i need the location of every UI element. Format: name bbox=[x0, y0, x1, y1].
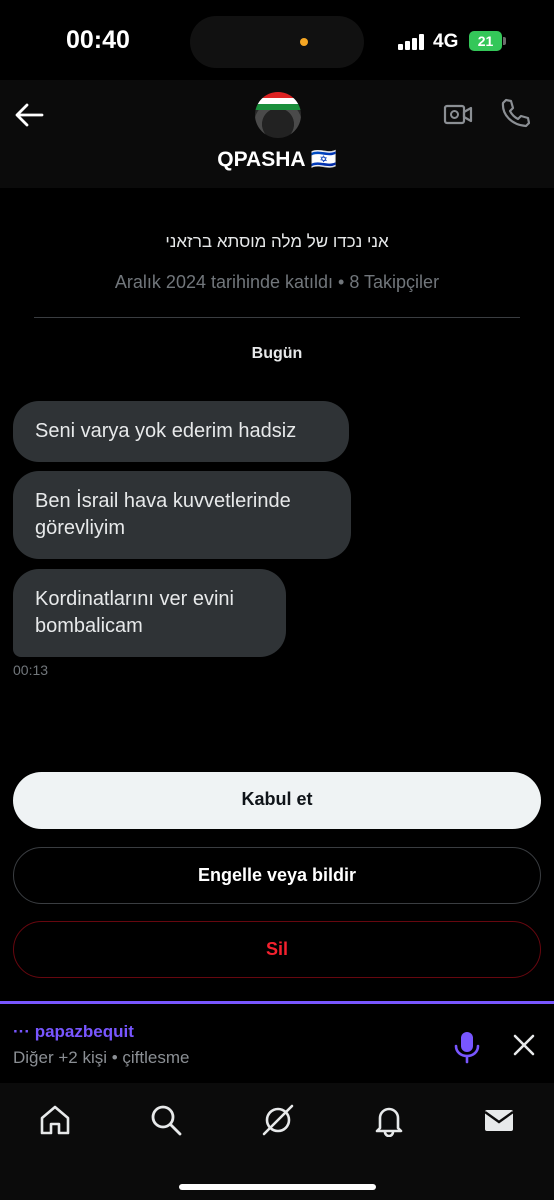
chat-header: QPASHA 🇮🇱 bbox=[0, 80, 554, 188]
grok-icon[interactable] bbox=[261, 1103, 295, 1137]
network-type: 4G bbox=[433, 31, 459, 52]
message-bubble[interactable]: Ben İsrail hava kuvvetlerinde görevliyim bbox=[13, 471, 351, 559]
back-arrow-icon[interactable] bbox=[12, 98, 46, 132]
message-timestamp: 00:13 bbox=[13, 662, 49, 678]
avatar[interactable] bbox=[255, 92, 301, 138]
accept-button[interactable]: Kabul et bbox=[13, 772, 541, 829]
search-icon[interactable] bbox=[149, 1103, 183, 1137]
bell-icon[interactable] bbox=[372, 1103, 406, 1138]
battery-icon: 21 bbox=[469, 31, 506, 51]
dynamic-island bbox=[190, 16, 364, 68]
divider bbox=[34, 317, 520, 318]
delete-button[interactable]: Sil bbox=[13, 921, 541, 978]
contact-name[interactable]: QPASHA 🇮🇱 bbox=[0, 148, 554, 172]
message-bubble[interactable]: Kordinatlarını ver evini bombalicam bbox=[13, 569, 286, 657]
space-subtitle: Diğer +2 kişi • çiftlesme bbox=[13, 1048, 190, 1067]
status-time: 00:40 bbox=[66, 26, 130, 54]
video-camera-icon[interactable] bbox=[442, 98, 474, 130]
tab-bar bbox=[0, 1083, 554, 1200]
profile-bio: אני נכדו של מלה מוסתא ברזאני bbox=[165, 232, 389, 251]
space-bar[interactable]: ··· papazbequit Diğer +2 kişi • çiftlesm… bbox=[0, 1001, 554, 1083]
cellular-signal-icon bbox=[398, 34, 426, 50]
battery-level: 21 bbox=[469, 31, 502, 51]
microphone-icon[interactable] bbox=[452, 1030, 482, 1064]
mail-icon[interactable] bbox=[482, 1103, 516, 1137]
home-icon[interactable] bbox=[38, 1103, 72, 1137]
privacy-indicator-dot bbox=[300, 38, 308, 46]
phone-icon[interactable] bbox=[498, 97, 531, 129]
close-icon[interactable] bbox=[510, 1031, 538, 1059]
status-bar: 00:40 4G 21 bbox=[0, 0, 554, 80]
day-label: Bugün bbox=[251, 345, 303, 362]
message-bubble[interactable]: Seni varya yok ederim hadsiz bbox=[13, 401, 349, 462]
block-report-button[interactable]: Engelle veya bildir bbox=[13, 847, 541, 904]
join-info: Aralık 2024 tarihinde katıldı • 8 Takipç… bbox=[114, 272, 440, 292]
space-host[interactable]: ··· papazbequit bbox=[13, 1022, 134, 1042]
home-indicator bbox=[179, 1184, 376, 1190]
